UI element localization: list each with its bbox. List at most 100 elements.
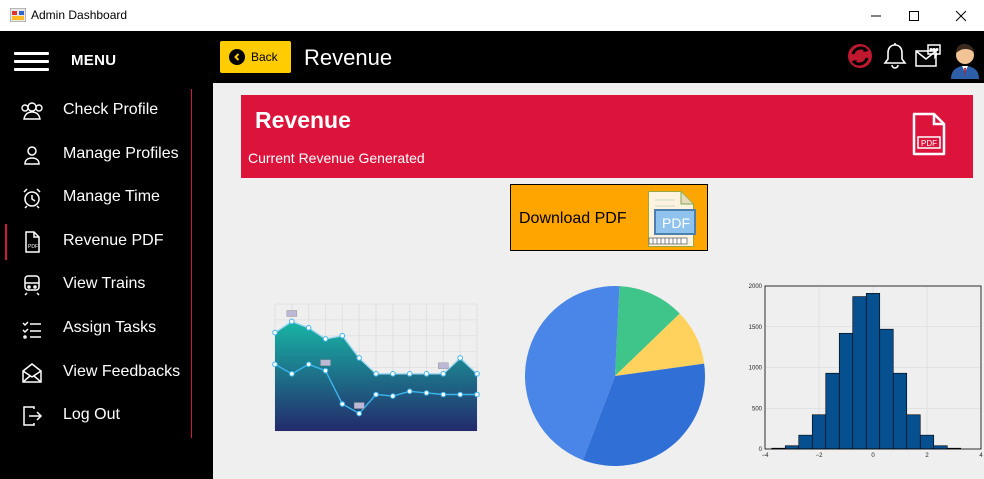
bell-icon[interactable] xyxy=(880,41,910,71)
close-icon xyxy=(955,10,967,21)
back-label: Back xyxy=(251,50,278,64)
histogram-bar xyxy=(811,414,827,450)
pdf-file-icon: PDF xyxy=(25,231,40,253)
sidebar-item-label: View Feedbacks xyxy=(63,362,181,380)
logout-icon xyxy=(23,406,43,426)
histogram-bar xyxy=(892,372,908,450)
area-data-point xyxy=(305,361,312,368)
top-bar: Back Revenue xyxy=(213,31,984,83)
sidebar-item-view-feedbacks[interactable]: View Feedbacks xyxy=(0,350,192,395)
pie-chart xyxy=(525,286,705,466)
window-titlebar: Admin Dashboard xyxy=(0,0,984,31)
area-data-point xyxy=(440,371,447,377)
area-data-point xyxy=(474,391,480,398)
refresh-icon[interactable] xyxy=(845,41,875,71)
sidebar-item-manage-profiles[interactable]: Manage Profiles xyxy=(0,132,192,177)
area-data-point xyxy=(474,371,480,377)
alarm-clock-icon xyxy=(23,188,41,209)
sidebar-item-label: Check Profile xyxy=(63,101,159,118)
area-data-point xyxy=(406,388,413,395)
area-data-point xyxy=(322,367,329,374)
app-icon xyxy=(10,8,26,22)
histogram-x-tick-label: 2 xyxy=(925,453,929,459)
banner-subtitle: Current Revenue Generated xyxy=(248,150,425,166)
sidebar-nav: Check Profile Manage Profiles Manage Tim… xyxy=(0,89,213,438)
svg-text:PDF: PDF xyxy=(28,244,38,250)
sidebar-item-label: View Trains xyxy=(63,275,146,293)
histogram-y-tick-label: 1000 xyxy=(749,366,763,372)
user-icon xyxy=(24,145,40,165)
area-data-point xyxy=(457,391,463,398)
window-title: Admin Dashboard xyxy=(31,8,128,22)
hamburger-menu-icon[interactable] xyxy=(14,52,49,72)
histogram-bar xyxy=(838,332,854,450)
avatar[interactable] xyxy=(947,39,983,79)
pdf-document-icon: PDF xyxy=(648,191,696,247)
users-icon xyxy=(21,102,43,120)
page-title: Revenue xyxy=(304,45,393,70)
histogram-y-tick-label: 1500 xyxy=(749,325,763,331)
area-data-point xyxy=(406,371,413,377)
area-data-label xyxy=(353,402,365,409)
sidebar-item-log-out[interactable]: Log Out xyxy=(0,394,192,438)
revenue-banner: Revenue Current Revenue Generated PDF xyxy=(241,95,973,178)
maximize-icon xyxy=(909,10,919,21)
area-data-point xyxy=(289,318,295,325)
area-data-label xyxy=(320,359,331,366)
area-data-point xyxy=(272,361,278,368)
area-data-point xyxy=(305,325,312,331)
area-data-point xyxy=(390,393,396,399)
area-data-point xyxy=(423,371,430,377)
histogram-bar xyxy=(919,434,935,450)
main-content: Revenue Current Revenue Generated PDF Do… xyxy=(213,83,984,479)
messages-icon[interactable] xyxy=(913,41,943,71)
area-data-point xyxy=(423,390,430,396)
back-arrow-icon xyxy=(229,49,245,65)
area-data-point xyxy=(356,410,362,417)
menu-label: MENU xyxy=(71,52,117,69)
pdf-file-icon: PDF xyxy=(912,112,946,156)
histogram-bar xyxy=(852,296,867,450)
histogram-bar xyxy=(933,445,948,450)
histogram-bar xyxy=(906,414,921,450)
histogram-bar xyxy=(825,372,840,450)
area-chart xyxy=(272,303,480,432)
close-button[interactable] xyxy=(938,0,984,31)
maximize-button[interactable] xyxy=(891,0,937,31)
back-button[interactable]: Back xyxy=(220,41,291,73)
area-data-point xyxy=(390,371,396,377)
histogram-y-tick-label: 500 xyxy=(752,406,763,412)
sidebar-item-assign-tasks[interactable]: Assign Tasks xyxy=(0,306,192,351)
area-data-point xyxy=(373,391,379,398)
sidebar-item-view-trains[interactable]: View Trains xyxy=(0,263,192,307)
histogram-bar xyxy=(798,434,813,450)
train-icon xyxy=(24,275,40,296)
histogram-chart: 0500100015002000−4 −2 0 2 4 xyxy=(749,284,984,459)
sidebar-item-label: Revenue PDF xyxy=(63,231,164,249)
sidebar-item-check-profile[interactable]: Check Profile xyxy=(0,89,192,133)
histogram-x-tick-label: −4 xyxy=(762,453,770,459)
sidebar-item-revenue-pdf[interactable]: PDF Revenue PDF xyxy=(0,219,192,264)
area-data-point xyxy=(339,401,346,407)
histogram-x-tick-label: −2 xyxy=(816,453,824,459)
sidebar-item-label: Manage Time xyxy=(63,188,160,206)
download-pdf-button[interactable]: Download PDF PDF xyxy=(510,184,708,251)
histogram-x-tick-label: 4 xyxy=(979,453,983,459)
sidebar-item-label: Log Out xyxy=(63,406,120,424)
area-data-point xyxy=(322,336,329,342)
banner-title: Revenue xyxy=(255,107,351,133)
area-data-label xyxy=(438,362,449,370)
download-pdf-label: Download PDF xyxy=(519,210,627,227)
area-data-point xyxy=(339,332,346,339)
area-data-point xyxy=(356,355,362,361)
area-data-point xyxy=(440,391,447,398)
histogram-bar xyxy=(865,293,881,450)
svg-text:PDF: PDF xyxy=(921,139,937,148)
histogram-bar xyxy=(879,328,894,450)
sidebar-item-manage-time[interactable]: Manage Time xyxy=(0,176,192,220)
histogram-y-tick-label: 2000 xyxy=(749,284,763,290)
area-data-label xyxy=(286,310,298,317)
area-data-point xyxy=(272,329,278,336)
sidebar: MENU Check Profile Manage Profiles Manag… xyxy=(0,31,213,479)
area-data-point xyxy=(289,371,295,377)
